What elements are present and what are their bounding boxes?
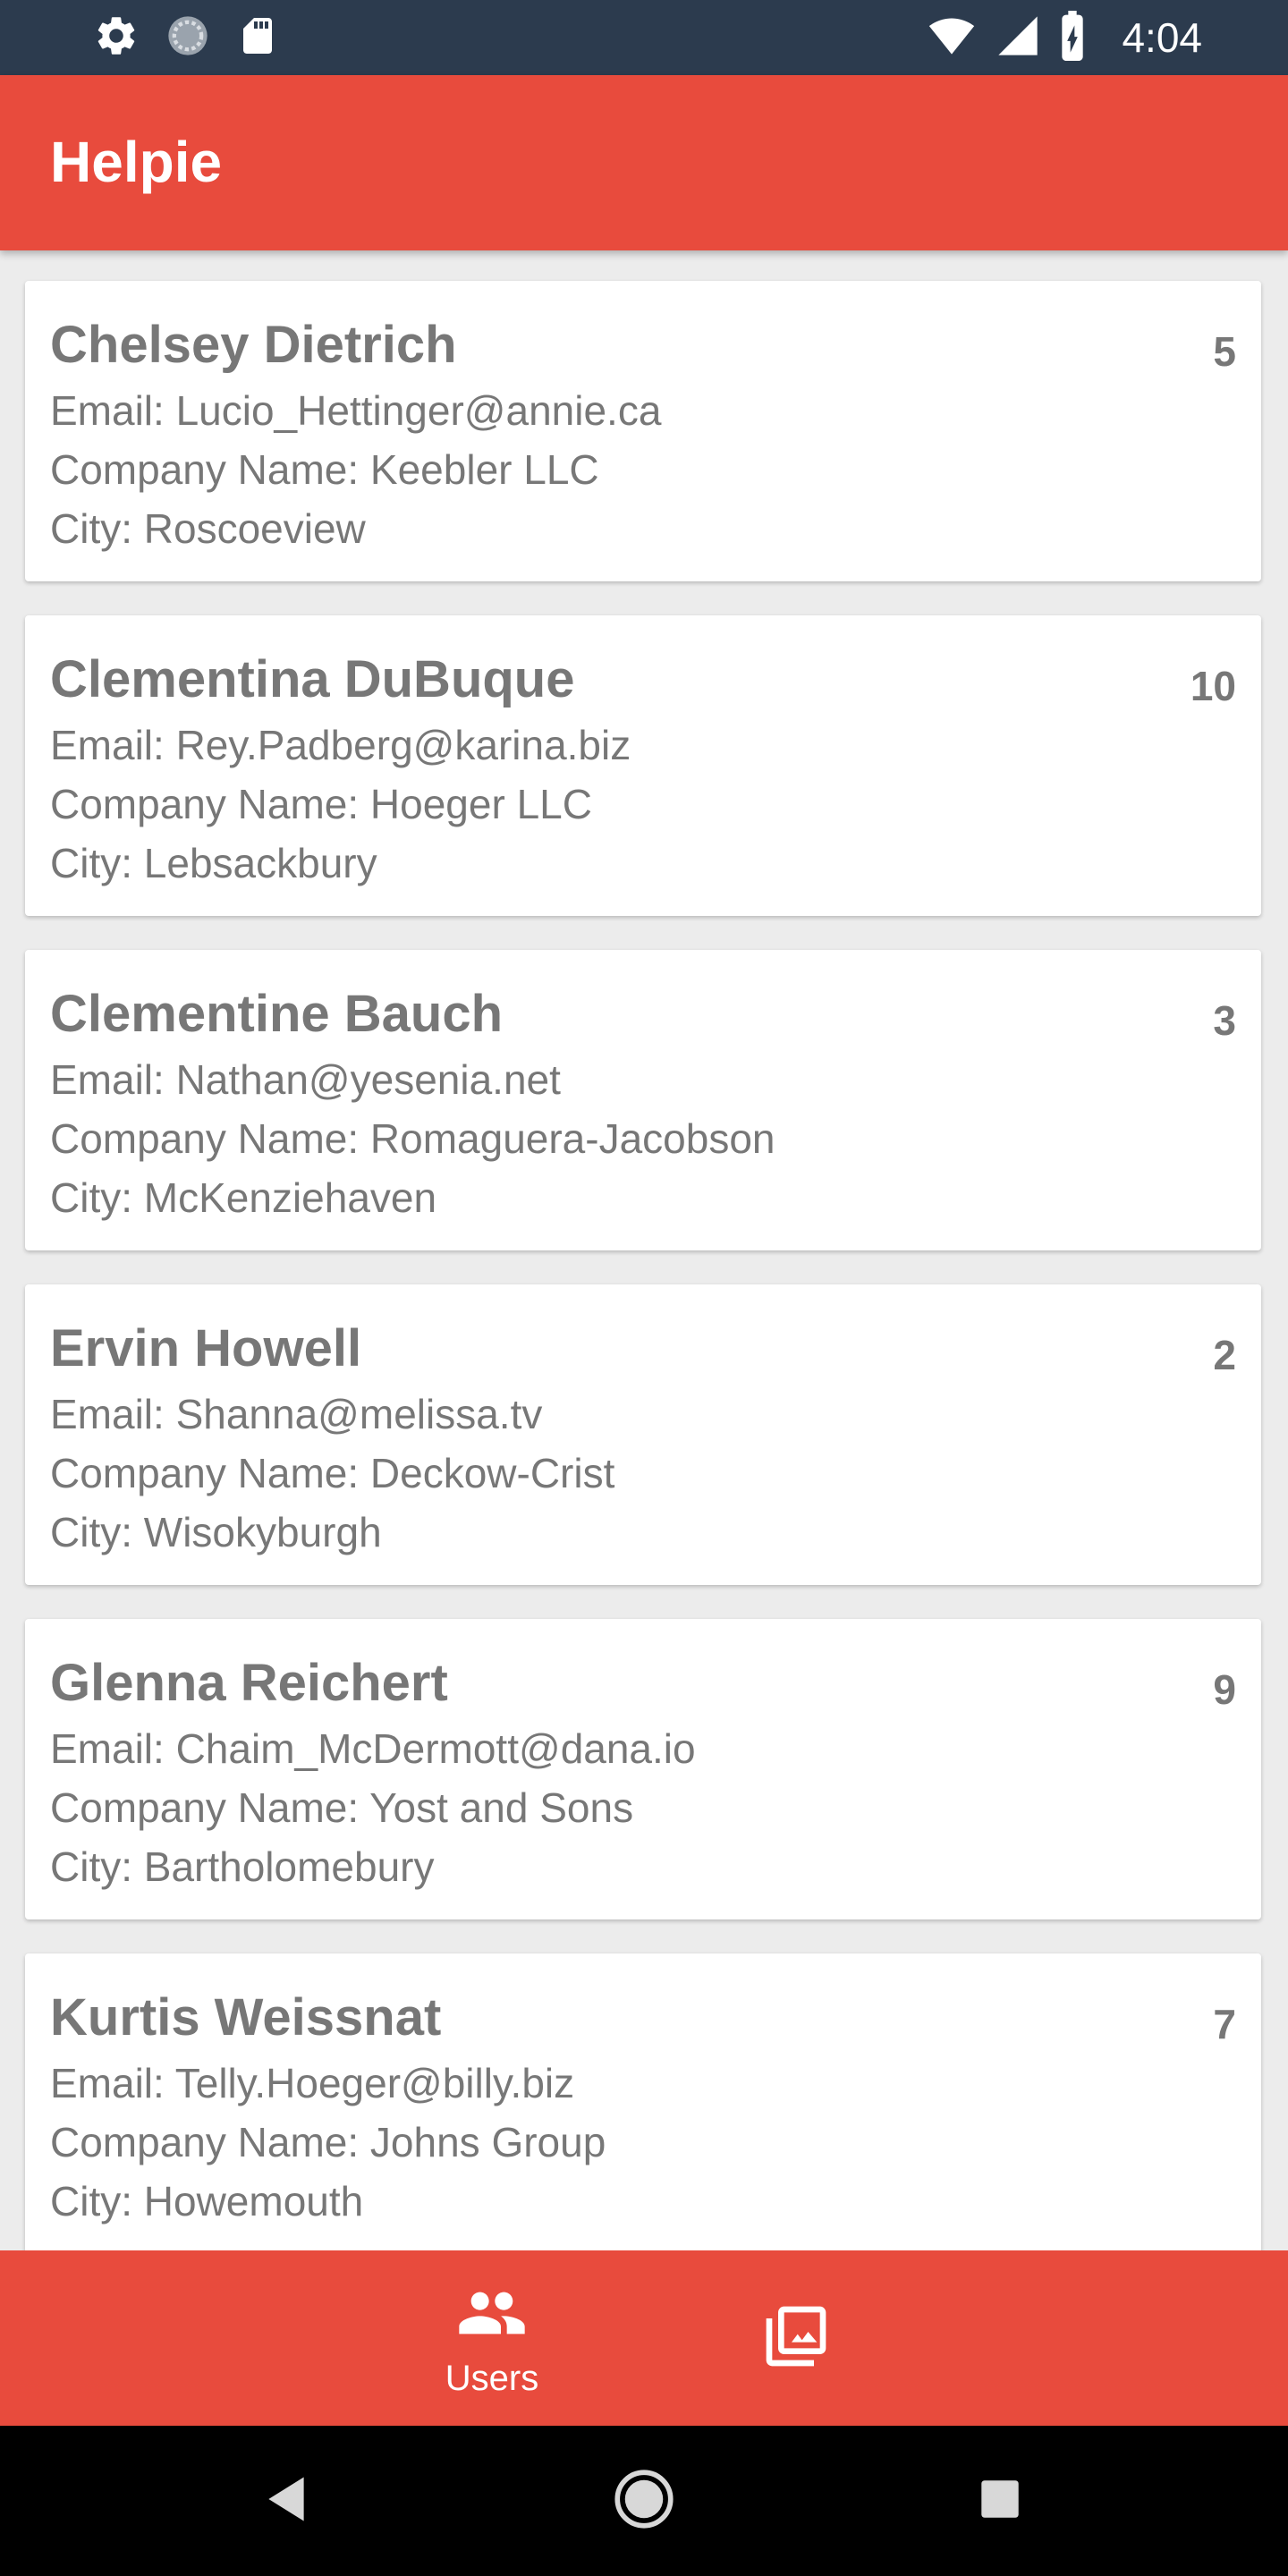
users-icon (456, 2277, 528, 2353)
status-time: 4:04 (1122, 14, 1202, 61)
home-icon (614, 2469, 674, 2534)
user-name: Kurtis Weissnat (50, 1988, 442, 2046)
user-email: Email: Telly.Hoeger@billy.biz (50, 2060, 575, 2106)
user-company: Company Name: Deckow-Crist (50, 1450, 615, 1496)
status-left-icons (93, 13, 279, 63)
user-email: Email: Shanna@melissa.tv (50, 1391, 543, 1437)
nav-item-photos[interactable] (707, 2250, 886, 2426)
user-company: Company Name: Romaguera-Jacobson (50, 1115, 775, 1162)
user-company: Company Name: Yost and Sons (50, 1784, 634, 1831)
user-card[interactable]: Chelsey Dietrich 5 Email: Lucio_Hettinge… (25, 281, 1261, 581)
battery-charging-icon (1057, 10, 1088, 65)
user-email: Email: Lucio_Hettinger@annie.ca (50, 387, 662, 434)
recents-button[interactable] (964, 2465, 1036, 2537)
nav-label-users: Users (445, 2359, 539, 2398)
user-name: Glenna Reichert (50, 1654, 448, 1712)
home-button[interactable] (608, 2465, 680, 2537)
nav-item-users[interactable]: Users (402, 2250, 581, 2426)
app-bar: Helpie (0, 75, 1288, 250)
user-count: 9 (1213, 1666, 1236, 1713)
user-city: City: Lebsackbury (50, 840, 377, 886)
user-email: Email: Nathan@yesenia.net (50, 1056, 561, 1103)
user-city: City: Wisokyburgh (50, 1509, 382, 1555)
user-card[interactable]: Kurtis Weissnat 7 Email: Telly.Hoeger@bi… (25, 1953, 1261, 2250)
sync-icon (165, 13, 211, 64)
user-list[interactable]: Chelsey Dietrich 5 Email: Lucio_Hettinge… (0, 250, 1288, 2250)
user-count: 2 (1213, 1332, 1236, 1378)
user-name: Ervin Howell (50, 1319, 362, 1377)
user-count: 10 (1190, 663, 1236, 709)
recents-icon (979, 2479, 1021, 2524)
user-name: Clementina DuBuque (50, 650, 575, 708)
user-name: Clementine Bauch (50, 985, 503, 1043)
settings-icon (93, 13, 140, 64)
user-card[interactable]: Ervin Howell 2 Email: Shanna@melissa.tv … (25, 1284, 1261, 1585)
wifi-icon (925, 13, 979, 64)
user-card[interactable]: Clementina DuBuque 10 Email: Rey.Padberg… (25, 615, 1261, 916)
user-city: City: McKenziehaven (50, 1174, 437, 1221)
user-count: 7 (1213, 2001, 1236, 2047)
photo-library-icon (760, 2301, 832, 2377)
bottom-navigation: Users (0, 2250, 1288, 2426)
user-card[interactable]: Clementine Bauch 3 Email: Nathan@yesenia… (25, 950, 1261, 1250)
user-city: City: Roscoeview (50, 505, 366, 552)
user-email: Email: Rey.Padberg@karina.biz (50, 722, 631, 768)
status-right-icons: 4:04 (925, 9, 1202, 66)
user-company: Company Name: Johns Group (50, 2119, 606, 2165)
user-name: Chelsey Dietrich (50, 316, 457, 374)
signal-icon (995, 13, 1041, 64)
user-count: 5 (1213, 328, 1236, 375)
app-title: Helpie (50, 130, 223, 194)
user-city: City: Bartholomebury (50, 1843, 435, 1890)
user-company: Company Name: Keebler LLC (50, 446, 599, 493)
system-navigation-bar (0, 2426, 1288, 2576)
user-card[interactable]: Glenna Reichert 9 Email: Chaim_McDermott… (25, 1619, 1261, 1919)
back-button[interactable] (250, 2465, 322, 2537)
user-company: Company Name: Hoeger LLC (50, 781, 592, 827)
user-count: 3 (1213, 997, 1236, 1044)
user-email: Email: Chaim_McDermott@dana.io (50, 1725, 696, 1772)
status-bar: 4:04 (0, 0, 1288, 75)
sd-card-icon (236, 13, 279, 64)
back-icon (264, 2475, 309, 2528)
user-city: City: Howemouth (50, 2178, 364, 2224)
